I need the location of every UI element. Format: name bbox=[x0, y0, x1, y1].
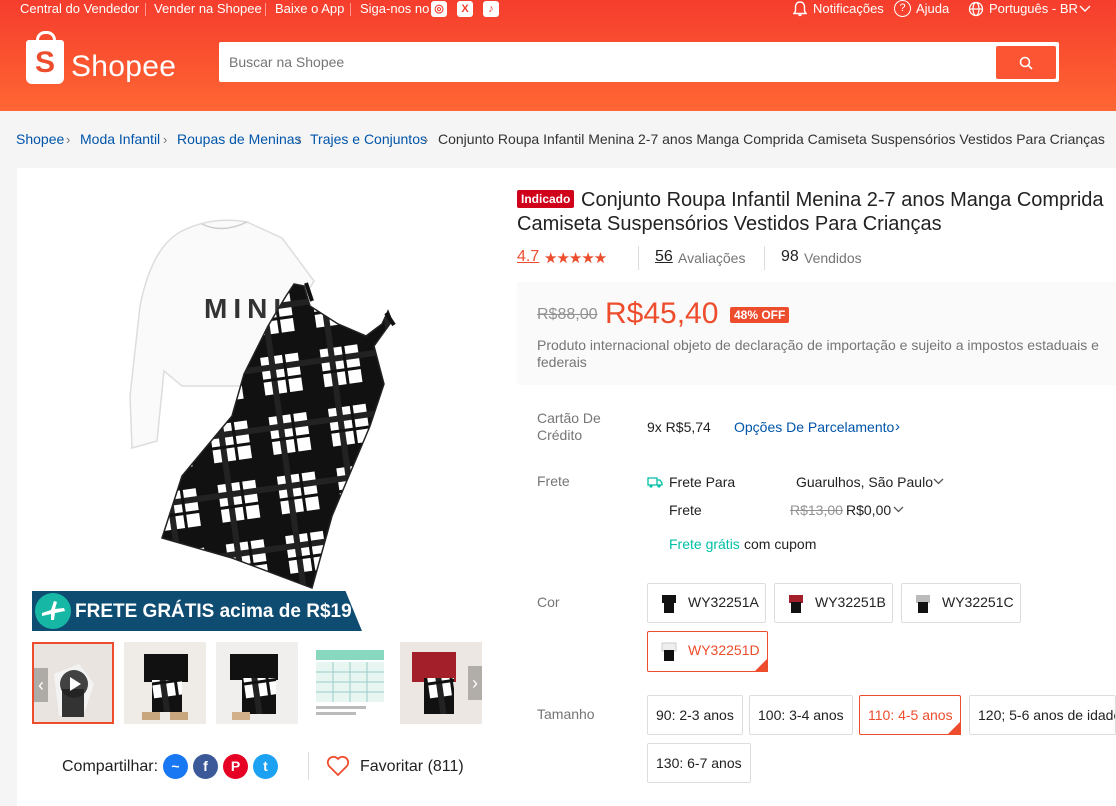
breadcrumb-current: Conjunto Roupa Infantil Menina 2-7 anos … bbox=[438, 131, 1105, 147]
color-label: Cor bbox=[537, 594, 560, 610]
selected-check-icon bbox=[947, 721, 961, 735]
thumbnail-3[interactable] bbox=[216, 642, 298, 724]
help-icon[interactable]: ? bbox=[894, 0, 911, 17]
chevron-right-icon: › bbox=[895, 418, 900, 435]
top-navbar: Central do Vendedor Vender na Shopee Bai… bbox=[0, 0, 1116, 18]
product-main-image[interactable]: MINI bbox=[32, 186, 482, 632]
breadcrumb-roupas-meninas[interactable]: Roupas de Meninas bbox=[177, 131, 302, 147]
facebook-icon[interactable]: f bbox=[193, 754, 218, 779]
ship-to-label: Frete Para bbox=[669, 474, 736, 490]
header: Central do Vendedor Vender na Shopee Bai… bbox=[0, 0, 1116, 111]
rating-value[interactable]: 4.7 bbox=[517, 248, 539, 266]
color-option-wy32251c[interactable]: WY32251C bbox=[901, 583, 1021, 623]
globe-icon[interactable] bbox=[968, 1, 984, 17]
size-option-100[interactable]: 100: 3-4 anos bbox=[749, 695, 853, 735]
download-app-link[interactable]: Baixe o App bbox=[275, 1, 344, 16]
free-shipping-suffix: com cupom bbox=[744, 536, 817, 552]
size-option-110[interactable]: 110: 4-5 anos bbox=[859, 695, 961, 735]
help-link[interactable]: Ajuda bbox=[916, 1, 949, 16]
original-price: R$88,00 bbox=[537, 306, 598, 323]
selected-check-icon bbox=[754, 658, 768, 672]
current-price: R$45,40 bbox=[605, 297, 719, 330]
size-option-120[interactable]: 120; 5-6 anos de idade bbox=[969, 695, 1116, 735]
search-input[interactable] bbox=[229, 50, 989, 74]
share-label: Compartilhar: bbox=[62, 758, 159, 775]
chevron-down-icon[interactable] bbox=[893, 506, 904, 513]
truck-icon bbox=[647, 477, 663, 488]
color-option-label: WY32251B bbox=[815, 594, 886, 610]
shipping-label: Frete bbox=[537, 473, 570, 489]
color-option-wy32251d[interactable]: WY32251D bbox=[647, 631, 768, 672]
chevron-right-icon: › bbox=[297, 132, 302, 147]
divider bbox=[308, 752, 309, 780]
shopee-logo-icon[interactable]: S bbox=[26, 31, 64, 84]
notifications-link[interactable]: Notificações bbox=[813, 1, 884, 16]
x-icon[interactable]: X bbox=[457, 1, 473, 17]
breadcrumb-moda-infantil[interactable]: Moda Infantil bbox=[80, 131, 160, 147]
color-option-label: WY32251C bbox=[942, 594, 1014, 610]
tiktok-icon[interactable]: ♪ bbox=[483, 1, 499, 17]
language-selector[interactable]: Português - BR bbox=[989, 1, 1078, 16]
shopee-logo-text[interactable]: Shopee bbox=[71, 50, 176, 84]
color-option-label: WY32251A bbox=[688, 594, 759, 610]
seller-center-link[interactable]: Central do Vendedor bbox=[20, 1, 139, 16]
pinterest-icon[interactable]: P bbox=[223, 754, 248, 779]
size-label: Tamanho bbox=[537, 706, 595, 722]
thumbnail-2[interactable] bbox=[124, 642, 206, 724]
installment-value: 9x R$5,74 bbox=[647, 419, 711, 435]
follow-us-label: Siga-nos no bbox=[360, 1, 430, 16]
thumbnail-1[interactable]: ‹ bbox=[32, 642, 114, 724]
shipping-cost: R$0,00 bbox=[846, 502, 892, 518]
installment-options-link[interactable]: Opções De Parcelamento bbox=[734, 419, 894, 435]
chevron-down-icon bbox=[1079, 5, 1091, 12]
shipping-old-cost: R$13,00 bbox=[790, 502, 843, 518]
thumbnail-prev-button[interactable]: ‹ bbox=[34, 668, 48, 702]
favorite-button[interactable]: Favoritar (811) bbox=[360, 758, 464, 776]
chevron-right-icon: › bbox=[424, 132, 429, 147]
star-icon: ★★★★★ bbox=[544, 250, 607, 267]
product-title: Conjunto Roupa Infantil Menina 2-7 anos … bbox=[517, 189, 1104, 235]
size-option-130[interactable]: 130: 6-7 anos bbox=[647, 743, 751, 783]
thumbnail-next-button[interactable]: › bbox=[468, 666, 482, 700]
search-icon bbox=[1019, 56, 1033, 70]
import-note: Produto internacional objeto de declaraç… bbox=[537, 337, 1099, 370]
search-bar bbox=[219, 42, 1059, 82]
instagram-icon[interactable]: ◎ bbox=[431, 1, 447, 17]
price-box: R$88,00 R$45,40 48% OFF Produto internac… bbox=[517, 282, 1116, 385]
color-option-wy32251b[interactable]: WY32251B bbox=[774, 583, 893, 623]
search-button[interactable] bbox=[996, 46, 1056, 79]
breadcrumb-trajes[interactable]: Trajes e Conjuntos bbox=[310, 131, 427, 147]
twitter-icon[interactable]: t bbox=[253, 754, 278, 779]
size-option-90[interactable]: 90: 2-3 anos bbox=[647, 695, 743, 735]
reviews-count[interactable]: 56 bbox=[655, 248, 673, 266]
reviews-label: Avaliações bbox=[678, 250, 746, 266]
shipping-cost-label: Frete bbox=[669, 502, 702, 518]
sold-count: 98 bbox=[781, 248, 799, 265]
bell-icon[interactable] bbox=[793, 1, 807, 17]
chevron-right-icon: › bbox=[163, 132, 168, 147]
chevron-right-icon: › bbox=[66, 132, 71, 147]
discount-badge: 48% OFF bbox=[730, 307, 790, 323]
size-option-label: 110: 4-5 anos bbox=[868, 707, 953, 723]
thumbnail-4[interactable] bbox=[308, 642, 390, 724]
shipping-location[interactable]: Guarulhos, São Paulo bbox=[796, 474, 933, 490]
free-shipping-text: FRETE GRÁTIS acima de R$19 bbox=[75, 601, 352, 622]
free-shipping-label: Frete grátis bbox=[669, 536, 740, 552]
installment-label: Cartão De Crédito bbox=[537, 410, 601, 443]
chevron-down-icon[interactable] bbox=[933, 478, 944, 485]
sell-link[interactable]: Vender na Shopee bbox=[154, 1, 262, 16]
free-shipping-banner: FRETE GRÁTIS acima de R$19 bbox=[32, 591, 362, 631]
breadcrumb-shopee[interactable]: Shopee bbox=[16, 131, 64, 147]
messenger-icon[interactable]: ~ bbox=[163, 754, 188, 779]
rating-stars: ★★★★★ ★★★★★ bbox=[544, 249, 620, 267]
plane-icon bbox=[35, 593, 71, 629]
color-option-label: WY32251D bbox=[688, 642, 760, 658]
color-option-wy32251a[interactable]: WY32251A bbox=[647, 583, 766, 623]
sold-label: Vendidos bbox=[804, 250, 862, 266]
heart-icon[interactable] bbox=[326, 755, 350, 777]
thumbnail-5[interactable]: › bbox=[400, 642, 482, 724]
